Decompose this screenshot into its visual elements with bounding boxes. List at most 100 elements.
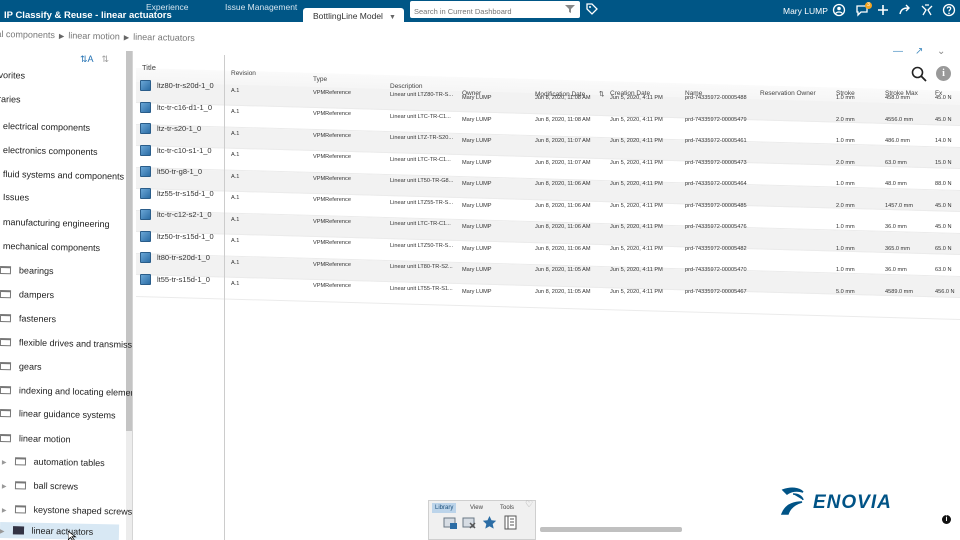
sidebar-item-ball-screws[interactable]: ▶ ball screws bbox=[2, 480, 78, 492]
cell-stroke: 5.0 mm bbox=[836, 288, 855, 295]
cell-revision: A.1 bbox=[231, 130, 240, 137]
cell-title[interactable]: lt80-tr-s20d-1_0 bbox=[157, 253, 210, 262]
cell-revision: A.1 bbox=[231, 216, 240, 223]
folder-icon bbox=[0, 338, 12, 347]
chevron-down-icon[interactable]: ▼ bbox=[389, 14, 396, 21]
caret-right-icon[interactable]: ▶ bbox=[2, 484, 7, 490]
tag-icon[interactable] bbox=[586, 3, 598, 15]
horizontal-scrollbar[interactable] bbox=[540, 527, 682, 532]
action-tab-tools[interactable]: Tools bbox=[497, 503, 517, 513]
product-cube-icon bbox=[140, 209, 151, 220]
heart-icon[interactable]: ♡ bbox=[525, 499, 533, 510]
sidebar-item-fluid-systems[interactable]: fluid systems and components bbox=[3, 169, 124, 182]
user-name[interactable]: Mary LUMP bbox=[783, 6, 828, 16]
cell-title[interactable]: ltz80-tr-s20d-1_0 bbox=[157, 81, 214, 90]
cell-type: VPMReference bbox=[313, 240, 351, 247]
sidebar-item-mechanical-components[interactable]: mechanical components bbox=[3, 241, 100, 253]
cell-title[interactable]: ltz50-tr-s15d-1_0 bbox=[157, 232, 214, 241]
column-header-revision[interactable]: Revision bbox=[231, 70, 256, 77]
caret-right-icon[interactable]: ▶ bbox=[0, 529, 5, 535]
funnel-icon[interactable] bbox=[565, 4, 575, 14]
scrollbar-thumb[interactable] bbox=[126, 51, 132, 431]
cell-revision: A.1 bbox=[231, 109, 240, 116]
add-to-library-icon[interactable] bbox=[443, 515, 458, 530]
action-tab-library[interactable]: Library bbox=[432, 503, 457, 513]
cell-stroke-max: 63.0 mm bbox=[885, 159, 907, 166]
sort-alpha-icon[interactable]: ⇅A bbox=[80, 54, 94, 64]
cell-name: prd-74335972-00005467 bbox=[685, 288, 747, 295]
sidebar-item-flexible-drives[interactable]: flexible drives and transmissions bbox=[0, 337, 133, 351]
column-header-title[interactable]: Title bbox=[142, 63, 156, 72]
sidebar-item-linear-guidance[interactable]: linear guidance systems bbox=[0, 408, 116, 420]
breadcrumb-item[interactable]: mechanical components bbox=[0, 28, 55, 40]
search-input[interactable] bbox=[414, 4, 554, 19]
sidebar-item-linear-motion[interactable]: linear motion bbox=[0, 433, 71, 444]
sidebar-item-gears[interactable]: gears bbox=[0, 361, 42, 372]
sidebar-item-issues[interactable]: Issues bbox=[3, 192, 29, 203]
cell-created: Jun 5, 2020, 4:11 PM bbox=[610, 288, 663, 295]
sidebar-item-label: linear motion bbox=[18, 433, 71, 445]
cell-modified: Jun 8, 2020, 11:08 AM bbox=[535, 95, 591, 101]
tab-experience[interactable]: Experience bbox=[146, 2, 189, 12]
cell-name: prd-74335972-00005485 bbox=[685, 202, 747, 209]
caret-right-icon[interactable]: ▶ bbox=[2, 508, 7, 514]
cell-created: Jun 5, 2020, 4:11 PM bbox=[610, 95, 663, 101]
sort-icon[interactable]: ⇅ bbox=[102, 54, 110, 64]
tab-issue-management[interactable]: Issue Management bbox=[225, 2, 297, 12]
sidebar-item-electronics-components[interactable]: electronics components bbox=[3, 145, 98, 157]
cell-description: Linear unit LTC-TR-C1... bbox=[390, 113, 451, 120]
action-tab-view[interactable]: View bbox=[467, 503, 486, 513]
cell-modified: Jun 8, 2020, 11:06 AM bbox=[535, 245, 591, 252]
add-tab-button[interactable]: + bbox=[396, 12, 403, 26]
cell-title[interactable]: ltc-tr-c10-s1-1_0 bbox=[157, 146, 212, 155]
sidebar-item-automation-tables[interactable]: ▶ automation tables bbox=[2, 456, 105, 468]
sort-desc-icon[interactable]: ⇅ bbox=[599, 91, 604, 98]
sidebar-item-favorites[interactable]: Favorites bbox=[0, 70, 25, 81]
caret-right-icon[interactable]: ▶ bbox=[2, 460, 7, 466]
mouse-cursor-icon bbox=[68, 531, 77, 540]
column-header-reservation-owner[interactable]: Reservation Owner bbox=[760, 90, 816, 97]
sidebar-item-label: Issues bbox=[2, 192, 30, 203]
cell-title[interactable]: ltc-tr-c16-d1-1_0 bbox=[157, 103, 212, 112]
cell-fx: 45.0 N bbox=[935, 224, 952, 230]
sidebar-item-label: linear guidance systems bbox=[18, 408, 116, 421]
tools-icon[interactable] bbox=[920, 3, 934, 17]
sidebar-item-electrical-components[interactable]: electrical components bbox=[3, 121, 90, 133]
sidebar-item-fasteners[interactable]: fasteners bbox=[0, 313, 56, 324]
column-header-type[interactable]: Type bbox=[313, 76, 327, 83]
cell-title[interactable]: ltz-tr-s20-1_0 bbox=[157, 124, 201, 133]
folder-icon bbox=[0, 266, 12, 275]
remove-from-library-icon[interactable] bbox=[462, 515, 477, 530]
sidebar-item-linear-actuators[interactable]: ▶ linear actuators bbox=[0, 522, 120, 540]
cell-title[interactable]: lt50-tr-g8-1_0 bbox=[157, 167, 202, 176]
cell-type: VPMReference bbox=[313, 218, 351, 225]
sidebar-item-dampers[interactable]: dampers bbox=[0, 289, 54, 300]
user-icon[interactable] bbox=[832, 3, 846, 17]
cell-title[interactable]: ltc-tr-c12-s2-1_0 bbox=[157, 210, 212, 219]
cell-owner: Mary LUMP bbox=[462, 159, 492, 166]
cell-title[interactable]: ltz55-tr-s15d-1_0 bbox=[157, 189, 214, 198]
properties-icon[interactable] bbox=[503, 515, 518, 530]
sidebar-item-label: flexible drives and transmissions bbox=[18, 337, 133, 351]
star-icon[interactable] bbox=[482, 515, 497, 530]
sidebar-item-manufacturing-engineering[interactable]: manufacturing engineering bbox=[3, 217, 110, 229]
cell-revision: A.1 bbox=[231, 152, 240, 159]
cell-title[interactable]: lt55-tr-s15d-1_0 bbox=[157, 275, 210, 284]
cell-fx: 15.0 N bbox=[935, 159, 952, 166]
sidebar-item-keystone-screws[interactable]: ▶ keystone shaped screws bbox=[2, 504, 132, 517]
column-header-description[interactable]: Description bbox=[390, 83, 423, 90]
breadcrumb-item[interactable]: linear motion bbox=[68, 30, 120, 41]
sidebar-item-label: electronics components bbox=[2, 145, 98, 157]
breadcrumb-item[interactable]: linear actuators bbox=[133, 32, 195, 43]
help-icon[interactable] bbox=[942, 3, 956, 17]
sidebar-item-bearings[interactable]: bearings bbox=[0, 265, 54, 276]
sidebar-item-libraries[interactable]: Libraries bbox=[0, 94, 21, 105]
sidebar-item-indexing-locating[interactable]: indexing and locating elements bbox=[0, 385, 132, 398]
sidebar-scrollbar[interactable] bbox=[126, 51, 132, 540]
folder-icon bbox=[0, 434, 12, 443]
search-box[interactable] bbox=[410, 1, 580, 19]
share-icon[interactable] bbox=[898, 3, 912, 17]
info-icon[interactable]: i bbox=[942, 515, 951, 524]
plus-icon[interactable] bbox=[876, 3, 890, 17]
tab-bottlingline-model[interactable]: BottlingLine Model ▼ bbox=[303, 8, 404, 24]
